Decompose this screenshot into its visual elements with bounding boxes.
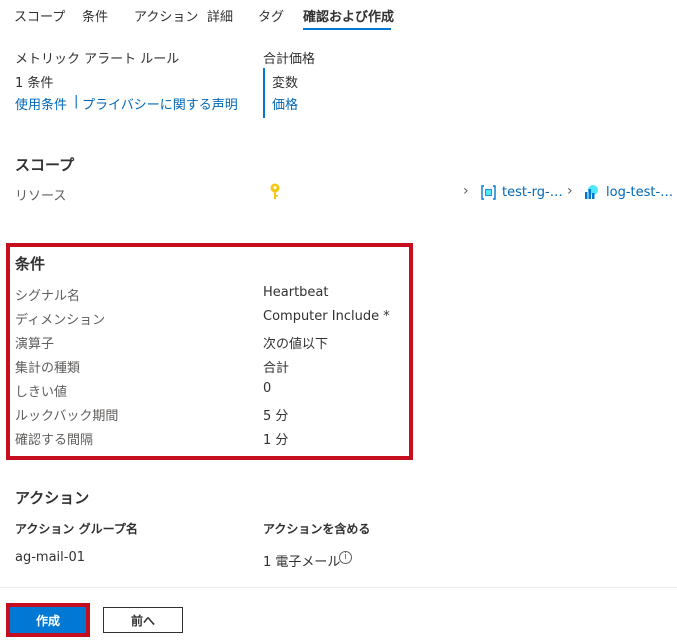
tab-actions[interactable]: アクション [134,6,198,25]
active-tab-indicator [303,28,391,30]
condition-value-operator: 次の値以下 [263,337,329,352]
actions-col-include-header: アクションを含める [263,522,371,536]
tab-tags[interactable]: タグ [258,6,284,25]
condition-label-dimension: ディメンション [15,313,106,328]
price-variable: 変数 [272,76,299,91]
tab-review-create[interactable]: 確認および作成 [303,6,394,25]
rule-type-label: メトリック アラート ルール [15,52,180,67]
actions-heading: アクション [15,489,90,507]
condition-label-threshold: しきい値 [15,385,68,400]
info-icon[interactable]: i [339,551,352,564]
price-accent-bar [263,68,265,118]
breadcrumb-resource-group[interactable]: test-rg-… [502,185,563,200]
condition-value-signal: Heartbeat [263,285,329,300]
back-button[interactable]: 前へ [103,607,183,633]
resource-label: リソース [15,189,67,204]
terms-link[interactable]: 使用条件 [15,94,67,113]
tab-bar: スコープ 条件 アクション 詳細 タグ 確認および作成 [0,0,677,34]
chevron-right-icon: › [463,183,469,199]
condition-highlight-box [6,243,413,460]
condition-label-signal: シグナル名 [15,289,81,304]
tab-details[interactable]: 詳細 [207,6,233,25]
condition-value-threshold: 0 [263,381,272,396]
chevron-right-icon: › [567,183,573,199]
condition-label-frequency: 確認する間隔 [15,433,94,448]
log-analytics-icon [584,184,601,200]
condition-label-aggregation: 集計の種類 [15,361,81,376]
tab-condition[interactable]: 条件 [82,6,108,25]
condition-value-lookback: 5 分 [263,409,289,424]
link-separator: | [74,94,79,109]
privacy-link[interactable]: プライバシーに関する声明 [82,94,238,113]
scope-heading: スコープ [15,156,75,174]
resource-group-icon [481,185,496,200]
condition-value-aggregation: 合計 [263,361,290,376]
key-icon [268,183,282,201]
actions-col-group-header: アクション グループ名 [15,522,138,536]
condition-count: 1 条件 [15,76,54,91]
price-link[interactable]: 価格 [272,94,298,113]
condition-heading: 条件 [15,255,46,273]
breadcrumb-log-workspace[interactable]: log-test-… [606,185,673,200]
total-price-label: 合計価格 [263,52,316,67]
action-group-name: ag-mail-01 [15,550,85,565]
footer-divider [0,587,677,588]
condition-value-frequency: 1 分 [263,433,289,448]
action-include-value: 1 電子メール [263,555,341,570]
condition-value-dimension: Computer Include * [263,309,390,324]
create-button[interactable]: 作成 [10,607,86,633]
tab-scope[interactable]: スコープ [14,6,65,25]
condition-label-operator: 演算子 [15,337,55,352]
condition-label-lookback: ルックバック期間 [15,409,119,424]
